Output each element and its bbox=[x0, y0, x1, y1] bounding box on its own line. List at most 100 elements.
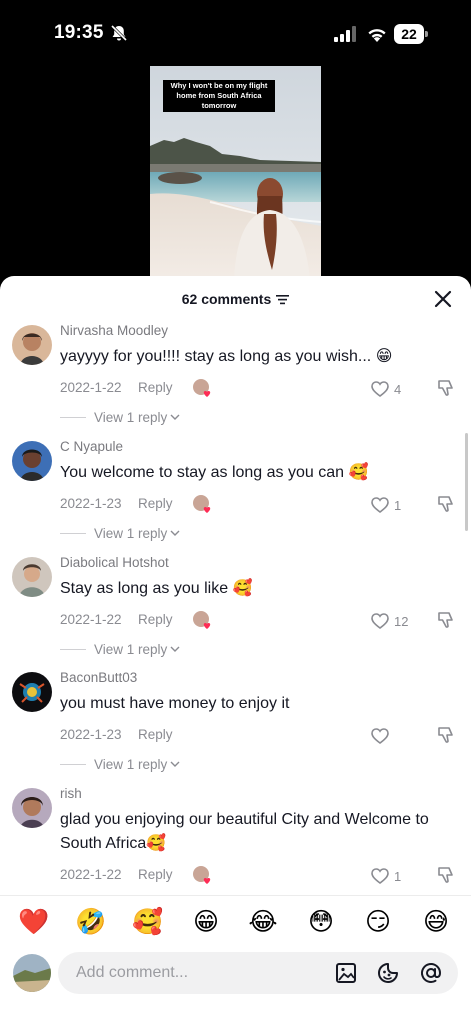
battery-indicator: 22 bbox=[394, 24, 428, 44]
creator-liked-icon bbox=[193, 495, 211, 513]
emoji-grin[interactable]: 😁 bbox=[188, 904, 224, 940]
like-count: 12 bbox=[394, 613, 409, 629]
view-replies-label: View 1 reply bbox=[94, 409, 168, 425]
close-icon[interactable] bbox=[432, 288, 454, 310]
comment-composer: ❤️ 🤣 🥰 😁 😂 😳 😏 😅 bbox=[0, 895, 471, 1024]
view-replies-label: View 1 reply bbox=[94, 641, 168, 657]
comment-meta: 2022-1-22 Reply 1 bbox=[60, 865, 460, 885]
avatar[interactable] bbox=[12, 788, 52, 828]
comment-date: 2022-1-23 bbox=[60, 496, 122, 511]
thumbs-down-icon[interactable] bbox=[436, 725, 456, 745]
chevron-down-icon bbox=[170, 530, 180, 536]
video-preview[interactable]: Why I won't be on my flight home from So… bbox=[150, 66, 321, 280]
emoji-smiling-hearts[interactable]: 🥰 bbox=[130, 904, 166, 940]
like-button[interactable]: 12 bbox=[371, 611, 408, 631]
emoji-heart[interactable]: ❤️ bbox=[16, 904, 52, 940]
avatar[interactable] bbox=[12, 441, 52, 481]
heart-icon bbox=[371, 728, 389, 744]
sheet-header: 62 comments bbox=[0, 276, 471, 322]
status-bar: 19:35 22 bbox=[0, 0, 471, 64]
like-button[interactable] bbox=[371, 726, 394, 746]
comment-date: 2022-1-22 bbox=[60, 867, 122, 882]
comment-text: You welcome to stay as long as you can 🥰 bbox=[60, 464, 369, 481]
bell-off-icon bbox=[110, 24, 128, 42]
at-icon[interactable] bbox=[420, 962, 442, 984]
avatar[interactable] bbox=[12, 557, 52, 597]
emoji-rofl[interactable]: 🤣 bbox=[73, 904, 109, 940]
heart-icon bbox=[371, 613, 389, 629]
emoji-smirk[interactable]: 😏 bbox=[360, 904, 396, 940]
view-replies-label: View 1 reply bbox=[94, 525, 168, 541]
reply-button[interactable]: Reply bbox=[138, 867, 173, 882]
input-row bbox=[0, 952, 471, 996]
cellular-signal-icon bbox=[334, 26, 356, 42]
comment-item: C Nyapule You welcome to stay as long as… bbox=[0, 439, 471, 557]
comment-username[interactable]: C Nyapule bbox=[60, 439, 123, 454]
avatar[interactable] bbox=[12, 325, 52, 365]
emoji-flushed[interactable]: 😳 bbox=[303, 904, 339, 940]
reply-button[interactable]: Reply bbox=[138, 496, 173, 511]
like-count: 1 bbox=[394, 868, 402, 884]
comments-count-button[interactable]: 62 comments bbox=[0, 291, 471, 307]
comment-item: Diabolical Hotshot Stay as long as you l… bbox=[0, 555, 471, 673]
wifi-icon bbox=[368, 29, 386, 42]
like-button[interactable]: 4 bbox=[371, 379, 401, 399]
like-button[interactable]: 1 bbox=[371, 495, 401, 515]
comment-meta: 2022-1-22 Reply 4 bbox=[60, 378, 460, 398]
battery-cap bbox=[425, 31, 428, 37]
comment-username[interactable]: Nirvasha Moodley bbox=[60, 323, 168, 338]
comment-username[interactable]: rish bbox=[60, 786, 82, 801]
status-time: 19:35 bbox=[54, 22, 104, 43]
comment-username[interactable]: Diabolical Hotshot bbox=[60, 555, 169, 570]
replies-divider bbox=[60, 532, 86, 534]
view-replies-button[interactable]: View 1 reply bbox=[60, 408, 180, 426]
avatar[interactable] bbox=[12, 672, 52, 712]
battery-level: 22 bbox=[394, 24, 424, 44]
comments-sheet: 62 comments Nirvasha Moodley yayyyy for … bbox=[0, 276, 471, 1024]
reply-button[interactable]: Reply bbox=[138, 612, 173, 627]
comment-meta: 2022-1-22 Reply 12 bbox=[60, 610, 460, 630]
thumbs-down-icon[interactable] bbox=[436, 494, 456, 514]
comment-item: rish glad you enjoying our beautiful Cit… bbox=[0, 786, 471, 904]
replies-divider bbox=[60, 648, 86, 650]
emoji-bar: ❤️ 🤣 🥰 😁 😂 😳 😏 😅 bbox=[0, 904, 471, 940]
my-avatar bbox=[13, 954, 51, 992]
video-caption: Why I won't be on my flight home from So… bbox=[163, 80, 275, 112]
like-count: 4 bbox=[394, 381, 402, 397]
heart-icon bbox=[371, 868, 389, 884]
comment-text: glad you enjoying our beautiful City and… bbox=[60, 811, 429, 852]
reply-button[interactable]: Reply bbox=[138, 727, 173, 742]
like-button[interactable]: 1 bbox=[371, 866, 401, 886]
thumbs-down-icon[interactable] bbox=[436, 610, 456, 630]
comment-item: Nirvasha Moodley yayyyy for you!!!! stay… bbox=[0, 323, 471, 441]
comment-date: 2022-1-23 bbox=[60, 727, 122, 742]
filter-icon bbox=[276, 294, 290, 304]
comment-username[interactable]: BaconButt03 bbox=[60, 670, 137, 685]
heart-icon bbox=[371, 381, 389, 397]
chevron-down-icon bbox=[170, 414, 180, 420]
emoji-sweat-smile[interactable]: 😅 bbox=[418, 904, 454, 940]
comment-item: BaconButt03 you must have money to enjoy… bbox=[0, 670, 471, 788]
view-replies-button[interactable]: View 1 reply bbox=[60, 640, 180, 658]
view-replies-button[interactable]: View 1 reply bbox=[60, 755, 180, 773]
comment-date: 2022-1-22 bbox=[60, 380, 122, 395]
comment-meta: 2022-1-23 Reply bbox=[60, 725, 460, 745]
emoji-joy[interactable]: 😂 bbox=[245, 904, 281, 940]
reply-button[interactable]: Reply bbox=[138, 380, 173, 395]
comment-text: Stay as long as you like 🥰 bbox=[60, 580, 253, 597]
heart-icon bbox=[371, 497, 389, 513]
comment-text: yayyyy for you!!!! stay as long as you w… bbox=[60, 348, 393, 365]
image-icon[interactable] bbox=[335, 962, 357, 984]
comment-date: 2022-1-22 bbox=[60, 612, 122, 627]
view-replies-button[interactable]: View 1 reply bbox=[60, 524, 180, 542]
emoji-icon[interactable] bbox=[377, 962, 399, 984]
thumbs-down-icon[interactable] bbox=[436, 865, 456, 885]
replies-divider bbox=[60, 416, 86, 418]
comment-text: you must have money to enjoy it bbox=[60, 695, 290, 712]
comment-meta: 2022-1-23 Reply 1 bbox=[60, 494, 460, 514]
view-replies-label: View 1 reply bbox=[94, 756, 168, 772]
chevron-down-icon bbox=[170, 761, 180, 767]
like-count: 1 bbox=[394, 497, 402, 513]
thumbs-down-icon[interactable] bbox=[436, 378, 456, 398]
creator-liked-icon bbox=[193, 379, 211, 397]
